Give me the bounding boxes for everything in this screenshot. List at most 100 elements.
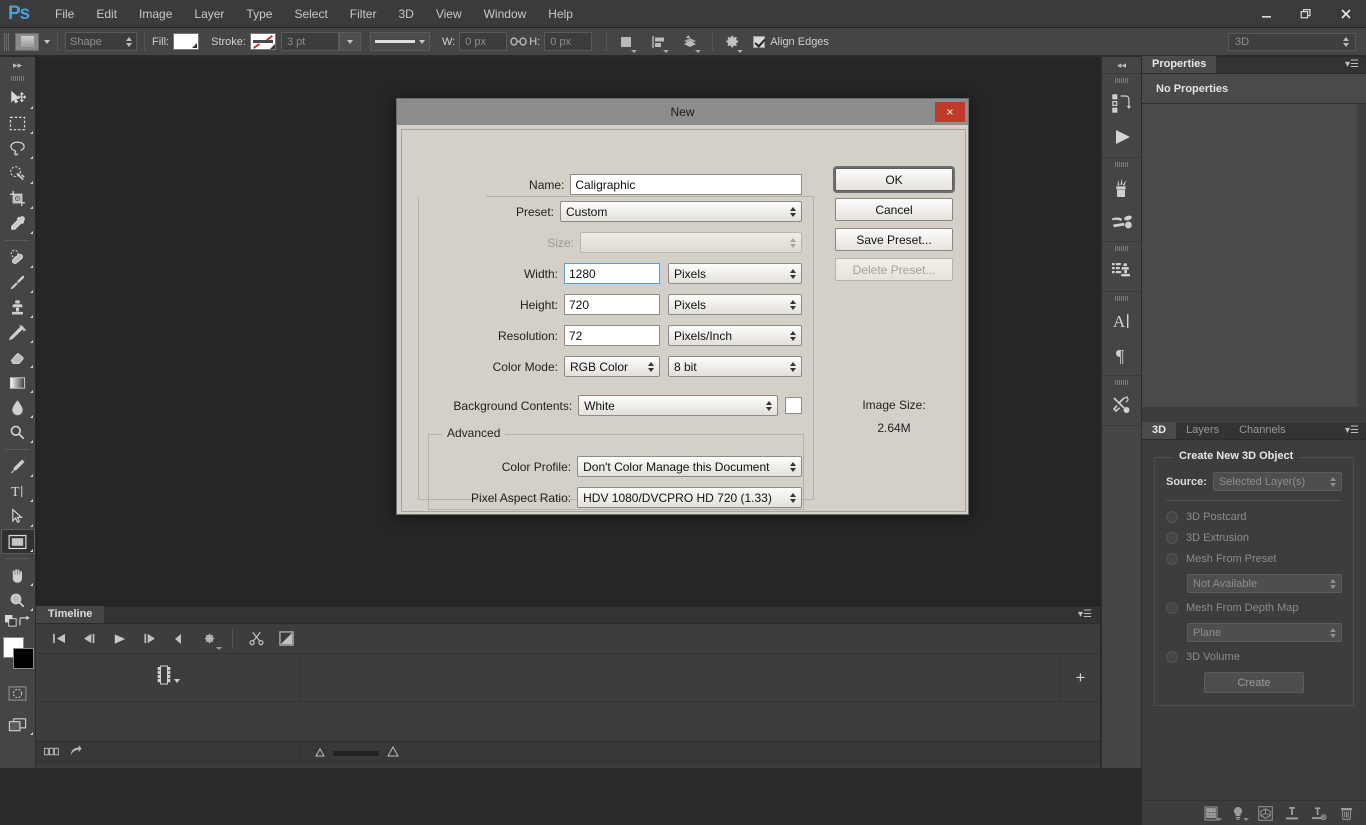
character-icon[interactable]: A xyxy=(1102,304,1141,338)
shape-width-input[interactable]: 0 px xyxy=(459,32,507,51)
tool-preset-chevron-down-icon[interactable] xyxy=(44,40,50,44)
quick-mask-icon[interactable] xyxy=(1,681,35,706)
save-preset-button[interactable]: Save Preset... xyxy=(835,228,953,251)
paragraph-icon[interactable]: ¶ xyxy=(1102,338,1141,372)
delete-icon[interactable] xyxy=(1338,805,1354,821)
option-3d-volume[interactable]: 3D Volume xyxy=(1166,651,1342,663)
pen-tool[interactable] xyxy=(1,454,35,479)
source-select[interactable]: Selected Layer(s) xyxy=(1213,472,1342,491)
tab-3d[interactable]: 3D xyxy=(1142,422,1176,439)
tab-timeline[interactable]: Timeline xyxy=(36,606,104,623)
dock-group-grip[interactable] xyxy=(1115,162,1129,167)
properties-panel-menu-icon[interactable]: ▾☰ xyxy=(1345,59,1359,70)
depth-map-select[interactable]: Plane xyxy=(1187,623,1342,642)
next-frame-icon[interactable] xyxy=(134,627,164,651)
resolution-unit-select[interactable]: Pixels/Inch xyxy=(668,325,802,346)
close-icon[interactable] xyxy=(1326,1,1366,27)
eraser-tool[interactable] xyxy=(1,345,35,370)
options-bar-grip[interactable] xyxy=(4,33,9,51)
gear-icon[interactable] xyxy=(720,31,744,53)
dodge-tool[interactable] xyxy=(1,420,35,445)
default-colors-icon[interactable] xyxy=(5,615,18,633)
menu-filter[interactable]: Filter xyxy=(339,0,388,28)
timeline-zoom-control[interactable] xyxy=(301,744,399,762)
gradient-tool[interactable] xyxy=(1,370,35,395)
rectangle-tool[interactable] xyxy=(1,529,35,554)
hand-tool[interactable] xyxy=(1,563,35,588)
tab-properties[interactable]: Properties xyxy=(1142,56,1216,73)
minimize-icon[interactable] xyxy=(1246,1,1286,27)
pixel-aspect-select[interactable]: HDV 1080/DVCPRO HD 720 (1.33) xyxy=(577,487,802,508)
settings-gear-icon[interactable] xyxy=(194,627,224,651)
stroke-width-dropdown[interactable] xyxy=(339,32,361,51)
color-mode-select[interactable]: RGB Color xyxy=(564,356,660,377)
option-mesh-from-depth-map[interactable]: Mesh From Depth Map xyxy=(1166,602,1342,614)
active-tool-icon[interactable] xyxy=(15,33,39,51)
path-operations-icon[interactable] xyxy=(614,31,638,53)
ok-button[interactable]: OK xyxy=(835,168,953,191)
stroke-style-dropdown[interactable] xyxy=(370,32,430,51)
convert-to-frame-animation-icon[interactable] xyxy=(44,744,59,762)
menu-layer[interactable]: Layer xyxy=(183,0,235,28)
preset-select[interactable]: Custom xyxy=(560,201,802,222)
height-unit-select[interactable]: Pixels xyxy=(668,294,802,315)
render-icon[interactable] xyxy=(1203,805,1219,821)
background-contents-select[interactable]: White xyxy=(578,395,778,416)
cancel-button[interactable]: Cancel xyxy=(835,198,953,221)
background-color-swatch[interactable] xyxy=(785,397,802,414)
play-icon[interactable] xyxy=(104,627,134,651)
swap-colors-icon[interactable] xyxy=(18,615,31,633)
brush-presets-icon[interactable] xyxy=(1102,170,1141,204)
tool-presets-icon[interactable] xyxy=(1102,204,1141,238)
material-icon[interactable] xyxy=(1257,805,1273,821)
previous-frame-icon[interactable] xyxy=(74,627,104,651)
width-unit-select[interactable]: Pixels xyxy=(668,263,802,284)
width-input[interactable]: 1280 xyxy=(564,263,660,284)
split-at-playhead-icon[interactable] xyxy=(241,627,271,651)
timeline-track[interactable] xyxy=(301,654,1060,701)
crop-tool[interactable] xyxy=(1,186,35,211)
stroke-width-input[interactable]: 3 pt xyxy=(281,32,339,51)
transition-icon[interactable] xyxy=(271,627,301,651)
add-media-button[interactable]: + xyxy=(1060,654,1100,701)
tab-layers[interactable]: Layers xyxy=(1176,422,1229,439)
horizontal-type-tool[interactable]: T xyxy=(1,479,35,504)
color-profile-select[interactable]: Don't Color Manage this Document xyxy=(577,456,802,477)
menu-help[interactable]: Help xyxy=(537,0,584,28)
dock-group-grip[interactable] xyxy=(1115,78,1129,83)
clone-source-icon[interactable] xyxy=(1102,254,1141,288)
menu-type[interactable]: Type xyxy=(235,0,283,28)
collapse-tools-icon[interactable]: ▸▸ xyxy=(0,57,35,73)
mute-audio-icon[interactable] xyxy=(164,627,194,651)
history-brush-tool[interactable] xyxy=(1,320,35,345)
restore-icon[interactable] xyxy=(1286,1,1326,27)
add-mesh-icon[interactable] xyxy=(1284,805,1300,821)
menu-3d[interactable]: 3D xyxy=(387,0,424,28)
color-swatches[interactable] xyxy=(1,637,35,671)
name-input[interactable]: Caligraphic xyxy=(570,174,802,195)
close-icon[interactable]: × xyxy=(935,102,965,122)
menu-window[interactable]: Window xyxy=(473,0,538,28)
path-alignment-icon[interactable] xyxy=(646,31,670,53)
expand-panels-icon[interactable]: ◂◂ xyxy=(1102,57,1141,74)
stroke-color-swatch[interactable] xyxy=(250,33,276,50)
path-arrangement-icon[interactable] xyxy=(678,31,702,53)
blur-tool[interactable] xyxy=(1,395,35,420)
option-3d-postcard[interactable]: 3D Postcard xyxy=(1166,511,1342,523)
adjustments-tools-icon[interactable] xyxy=(1102,388,1141,422)
properties-scrollbar[interactable] xyxy=(1357,104,1366,407)
resolution-input[interactable]: 72 xyxy=(564,325,660,346)
tools-panel-grip[interactable] xyxy=(11,76,25,81)
tab-channels[interactable]: Channels xyxy=(1229,422,1295,439)
actions-play-icon[interactable] xyxy=(1102,120,1141,154)
align-edges-checkbox[interactable]: Align Edges xyxy=(753,36,833,48)
option-3d-extrusion[interactable]: 3D Extrusion xyxy=(1166,532,1342,544)
dock-group-grip[interactable] xyxy=(1115,380,1129,385)
quick-selection-tool[interactable] xyxy=(1,161,35,186)
menu-file[interactable]: File xyxy=(44,0,85,28)
menu-view[interactable]: View xyxy=(425,0,473,28)
screen-mode-icon[interactable] xyxy=(1,712,35,737)
background-color-swatch[interactable] xyxy=(13,648,34,669)
fill-color-swatch[interactable] xyxy=(173,33,199,50)
rectangular-marquee-tool[interactable] xyxy=(1,111,35,136)
